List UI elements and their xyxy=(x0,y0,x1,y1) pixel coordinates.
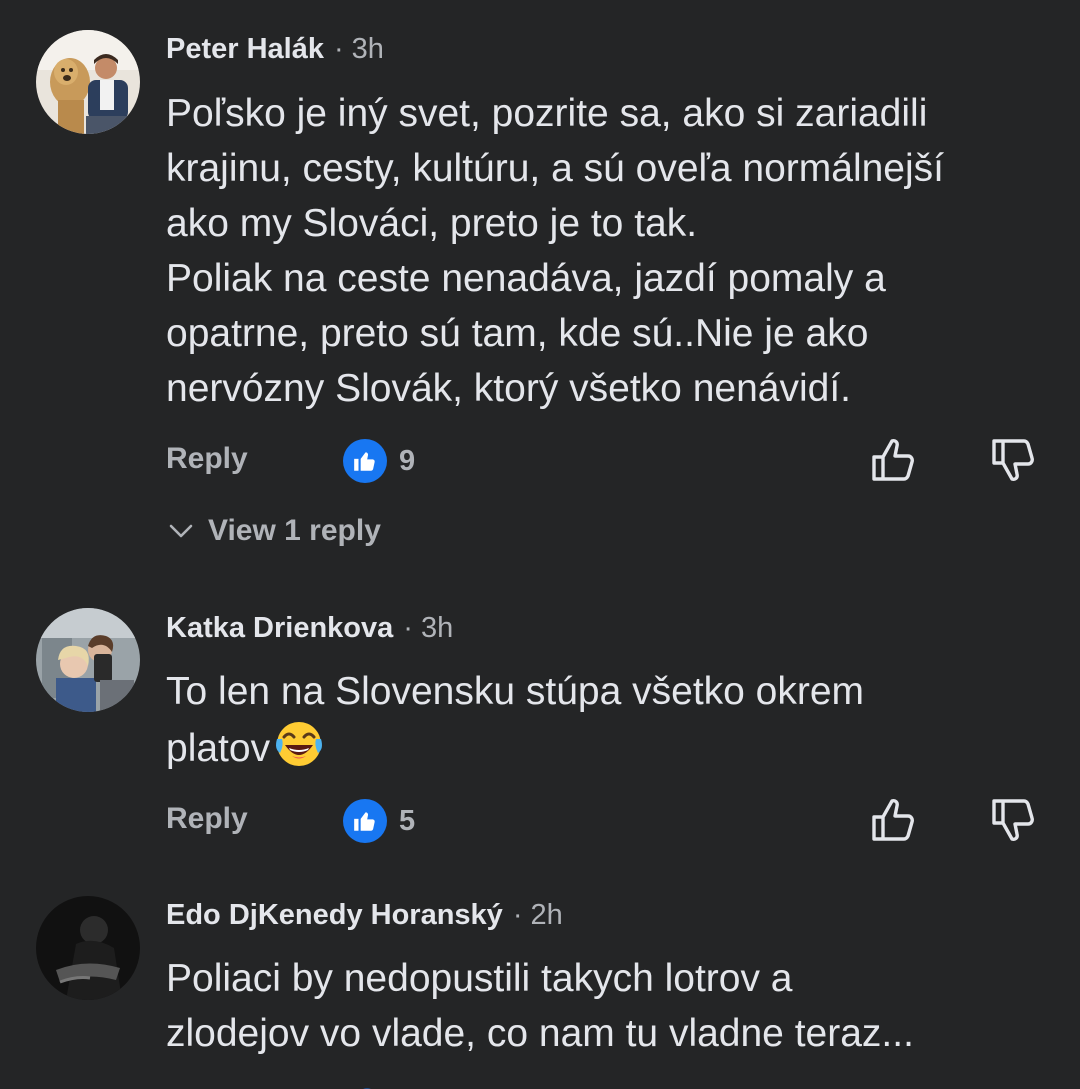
thumbs-down-icon[interactable] xyxy=(990,796,1036,844)
comment-line: To len na Slovensku stúpa všetko okrem xyxy=(166,670,865,713)
comment-line: platov xyxy=(166,719,1056,776)
separator-dot: · xyxy=(334,33,344,65)
comment-actions: Reply 5 xyxy=(166,796,1040,846)
reaction-summary[interactable]: 9 xyxy=(343,439,415,483)
author-name[interactable]: Edo DjKenedy Horanský xyxy=(166,899,503,932)
view-replies-link[interactable]: View 1 reply xyxy=(168,514,381,548)
comment-line: Poliak na ceste nenadáva, jazdí pomaly a xyxy=(166,257,886,300)
separator-dot: · xyxy=(512,899,523,931)
author-name[interactable]: Peter Halák xyxy=(166,33,324,66)
author-name[interactable]: Katka Drienkova xyxy=(166,612,393,645)
comment-line: Poliaci by nedopustili takych lotrov a xyxy=(166,957,793,1000)
like-reaction-icon xyxy=(343,799,387,843)
like-reaction-icon xyxy=(343,439,387,483)
view-replies-label: View 1 reply xyxy=(208,514,381,547)
timestamp[interactable]: 3h xyxy=(352,33,384,66)
reaction-count: 5 xyxy=(399,804,416,837)
comments-panel: Peter Halák · 3h Poľsko je iný svet, poz… xyxy=(0,0,1080,1089)
comment-line: zlodejov vo vlade, co nam tu vladne tera… xyxy=(166,1012,914,1055)
comment-text: Poľsko je iný svet, pozrite sa, ako si z… xyxy=(166,86,1056,416)
comment-actions: Reply 9 xyxy=(166,436,1040,486)
comment-line: Poľsko je iný svet, pozrite sa, ako si z… xyxy=(166,92,928,135)
comment-meta: Peter Halák · 3h xyxy=(166,33,384,66)
avatar[interactable] xyxy=(36,608,140,712)
thumbs-down-icon[interactable] xyxy=(990,436,1036,484)
avatar[interactable] xyxy=(36,896,140,1000)
reply-button[interactable]: Reply xyxy=(166,802,248,836)
reaction-summary[interactable]: 5 xyxy=(343,799,415,843)
timestamp[interactable]: 2h xyxy=(531,899,563,932)
separator-dot: · xyxy=(403,612,413,644)
avatar[interactable] xyxy=(36,30,140,134)
thumbs-up-icon[interactable] xyxy=(870,436,916,484)
comment-line-text: platov xyxy=(166,727,271,770)
comment-line: opatrne, preto sú tam, kde sú..Nie je ak… xyxy=(166,312,869,355)
reply-button[interactable]: Reply xyxy=(166,442,248,476)
comment-meta: Katka Drienkova · 3h xyxy=(166,612,453,645)
comment-text: To len na Slovensku stúpa všetko okrem p… xyxy=(166,664,1056,776)
reaction-count: 9 xyxy=(399,444,416,477)
tears-of-joy-emoji xyxy=(274,719,324,769)
thumbs-up-icon[interactable] xyxy=(870,796,916,844)
comment-line: krajinu, cesty, kultúru, a sú oveľa norm… xyxy=(166,147,945,190)
comment-line: ako my Slováci, preto je to tak. xyxy=(166,202,698,245)
chevron-down-icon xyxy=(169,524,193,538)
comment-line: nervózny Slovák, ktorý všetko nenávidí. xyxy=(166,367,851,410)
like-reaction-icon xyxy=(352,1080,382,1089)
comment-text: Poliaci by nedopustili takych lotrov a z… xyxy=(166,951,1056,1061)
timestamp[interactable]: 3h xyxy=(421,612,453,645)
comment-meta: Edo DjKenedy Horanský · 2h xyxy=(166,899,563,932)
